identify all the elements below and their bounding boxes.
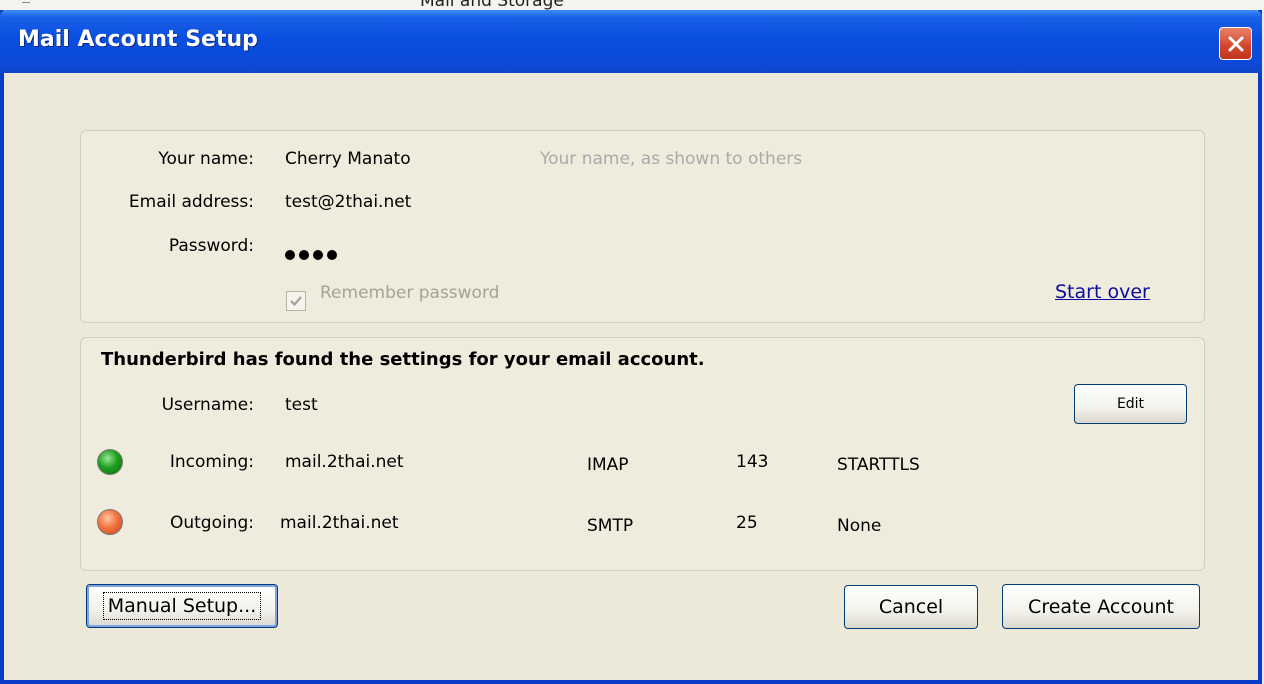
- window-title: Mail Account Setup: [18, 27, 258, 52]
- username-label: Username:: [161, 395, 254, 415]
- create-account-label: Create Account: [1028, 595, 1174, 618]
- mail-account-setup-dialog: Mail Account Setup Your name: Cherry Man…: [0, 10, 1262, 684]
- edit-button[interactable]: Edit: [1074, 384, 1187, 424]
- background-divider: [22, 2, 30, 9]
- remember-password-checkbox[interactable]: [286, 291, 306, 311]
- edit-button-label: Edit: [1116, 396, 1145, 412]
- checkmark-icon: [290, 296, 302, 307]
- manual-setup-button[interactable]: Manual Setup...: [86, 584, 278, 628]
- title-bar[interactable]: Mail Account Setup: [0, 10, 1262, 73]
- incoming-security: STARTTLS: [837, 455, 920, 475]
- email-address-field[interactable]: test@2thai.net: [285, 192, 411, 212]
- password-label: Password:: [168, 236, 254, 256]
- password-dot: [313, 250, 323, 260]
- outgoing-label: Outgoing:: [169, 513, 254, 533]
- start-over-link[interactable]: Start over: [1055, 281, 1150, 303]
- outgoing-security: None: [837, 516, 882, 536]
- settings-found-heading: Thunderbird has found the settings for y…: [101, 349, 705, 370]
- incoming-server: mail.2thai.net: [285, 452, 404, 472]
- incoming-label: Incoming:: [169, 452, 254, 472]
- create-account-button[interactable]: Create Account: [1002, 584, 1200, 629]
- incoming-protocol: IMAP: [587, 455, 629, 475]
- cancel-button[interactable]: Cancel: [844, 585, 978, 629]
- password-dot: [327, 250, 337, 260]
- your-name-label: Your name:: [158, 149, 254, 169]
- outgoing-server: mail.2thai.net: [280, 513, 399, 533]
- password-dot: [299, 250, 309, 260]
- incoming-port: 143: [736, 452, 769, 472]
- manual-setup-label: Manual Setup...: [102, 592, 262, 620]
- email-address-label: Email address:: [128, 192, 254, 212]
- outgoing-protocol: SMTP: [587, 516, 634, 536]
- close-button[interactable]: [1219, 27, 1252, 60]
- remember-password-label: Remember password: [320, 283, 500, 303]
- username-value: test: [285, 395, 318, 415]
- your-name-hint: Your name, as shown to others: [540, 149, 803, 169]
- password-field[interactable]: [285, 250, 337, 260]
- password-dot: [285, 250, 295, 260]
- cancel-label: Cancel: [878, 596, 944, 618]
- your-name-field[interactable]: Cherry Manato: [285, 149, 411, 169]
- close-icon: [1228, 36, 1243, 51]
- outgoing-port: 25: [736, 513, 758, 533]
